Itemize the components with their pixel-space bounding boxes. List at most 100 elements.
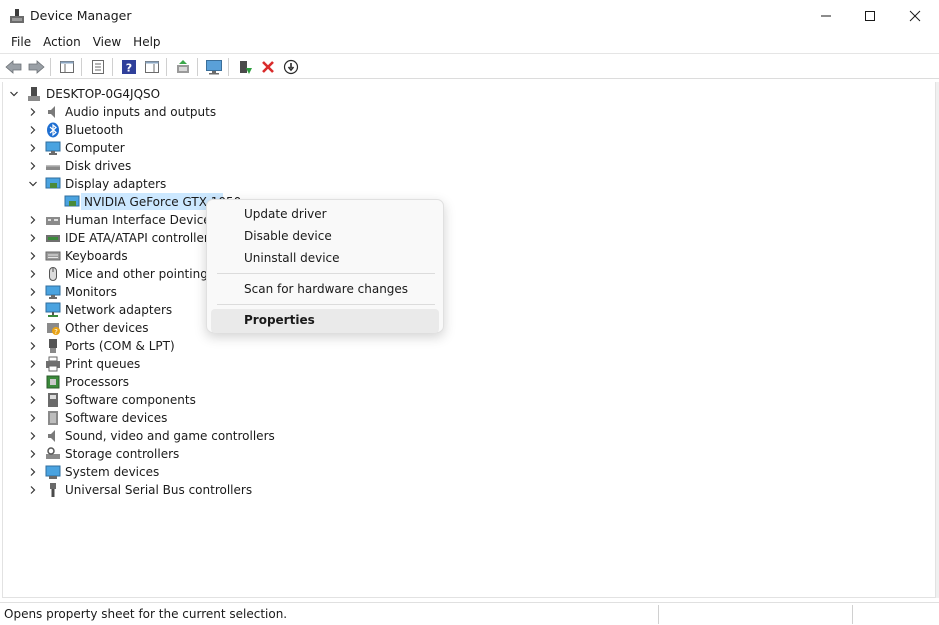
usb-icon [50,483,56,497]
chevron-right-icon[interactable] [28,107,38,117]
properties-button[interactable] [88,57,108,77]
system-device-icon [45,465,61,479]
speaker-icon [48,106,55,118]
chevron-right-icon[interactable] [28,359,38,369]
computer-root-icon [28,87,40,101]
menu-item-scan-hardware[interactable]: Scan for hardware changes [211,278,439,302]
storage-controller-icon [46,447,60,459]
maximize-button[interactable] [847,0,893,32]
minimize-icon [821,15,831,17]
menu-item-disable-device[interactable]: Disable device [211,225,439,249]
svg-text:?: ? [126,62,132,75]
category-label: Monitors [65,285,117,299]
category-label: Human Interface Devices [65,213,217,227]
display-adapter-icon [64,195,80,207]
keyboard-icon [45,251,61,261]
action-pane-icon [145,61,159,73]
menu-bar: File Action View Help [0,32,939,52]
category-label: Disk drives [65,159,132,173]
chevron-right-icon[interactable] [28,377,38,387]
category-label: IDE ATA/ATAPI controllers [65,231,216,245]
chevron-down-icon[interactable] [9,89,19,99]
category-label: Bluetooth [65,123,124,137]
chevron-right-icon[interactable] [28,215,38,225]
category-label: Mice and other pointing de [65,267,227,281]
chevron-right-icon[interactable] [28,125,38,135]
uninstall-icon [262,61,274,73]
category-label: Ports (COM & LPT) [65,339,175,353]
chevron-right-icon[interactable] [28,287,38,297]
disk-drive-icon [46,165,60,170]
bluetooth-icon [47,122,59,138]
menu-item-update-driver[interactable]: Update driver [211,203,439,227]
menu-file[interactable]: File [5,32,37,52]
status-divider [658,605,659,624]
enable-device-button[interactable] [235,57,255,77]
show-hide-tree-button[interactable] [57,57,77,77]
minimize-button[interactable] [803,0,849,32]
chevron-right-icon[interactable] [28,269,38,279]
menu-item-label: Uninstall device [244,251,340,265]
forward-button[interactable] [26,57,46,77]
chevron-right-icon[interactable] [28,341,38,351]
category-label: Software devices [65,411,168,425]
category-label: Other devices [65,321,149,335]
category-label: Display adapters [65,177,167,191]
chevron-right-icon[interactable] [28,413,38,423]
chevron-right-icon[interactable] [28,251,38,261]
monitor-icon [206,60,222,75]
disable-device-button[interactable] [281,57,301,77]
action-pane-button[interactable] [142,57,162,77]
category-label: Print queues [65,357,141,371]
back-button[interactable] [4,57,24,77]
software-device-icon [48,411,58,425]
scan-hardware-button[interactable] [204,57,224,77]
forward-icon [28,60,45,74]
help-button[interactable]: ? [119,57,139,77]
update-driver-icon [177,60,189,73]
menu-item-label: Disable device [244,229,332,243]
chevron-right-icon[interactable] [28,323,38,333]
update-driver-button[interactable] [173,57,193,77]
category-label: Storage controllers [65,447,180,461]
printer-icon [46,356,60,372]
chevron-right-icon[interactable] [28,143,38,153]
category-label: Keyboards [65,249,128,263]
menu-view[interactable]: View [87,32,127,52]
computer-icon [45,141,61,155]
chevron-right-icon[interactable] [28,233,38,243]
show-hide-tree-icon [60,61,74,73]
back-icon [5,60,22,74]
menu-item-label: Update driver [244,207,327,221]
chevron-right-icon[interactable] [28,467,38,477]
toolbar: ? [0,53,939,79]
window-title: Device Manager [30,8,132,23]
sound-icon [48,430,55,442]
menu-item-properties[interactable]: Properties [211,309,439,333]
menu-help[interactable]: Help [127,32,166,52]
device-manager-icon [10,9,24,23]
menu-item-label: Properties [244,313,315,327]
chevron-right-icon[interactable] [28,161,38,171]
chevron-right-icon[interactable] [28,485,38,495]
chevron-right-icon[interactable] [28,431,38,441]
chevron-right-icon[interactable] [28,395,38,405]
category-label: System devices [65,465,160,479]
chevron-right-icon[interactable] [28,449,38,459]
close-button[interactable] [892,0,938,32]
network-adapter-icon [45,302,61,317]
menu-separator [217,304,435,305]
menu-item-uninstall-device[interactable]: Uninstall device [211,247,439,271]
status-divider [852,605,853,624]
status-bar: Opens property sheet for the current sel… [0,602,939,625]
chevron-down-icon[interactable] [28,179,38,189]
display-adapter-icon [45,177,61,189]
category-label: Software components [65,393,196,407]
menu-action[interactable]: Action [37,32,87,52]
uninstall-device-button[interactable] [258,57,278,77]
ide-controller-icon [46,235,60,242]
chevron-right-icon[interactable] [28,305,38,315]
software-component-icon [48,393,58,407]
close-icon [909,10,921,22]
maximize-icon [865,11,875,21]
